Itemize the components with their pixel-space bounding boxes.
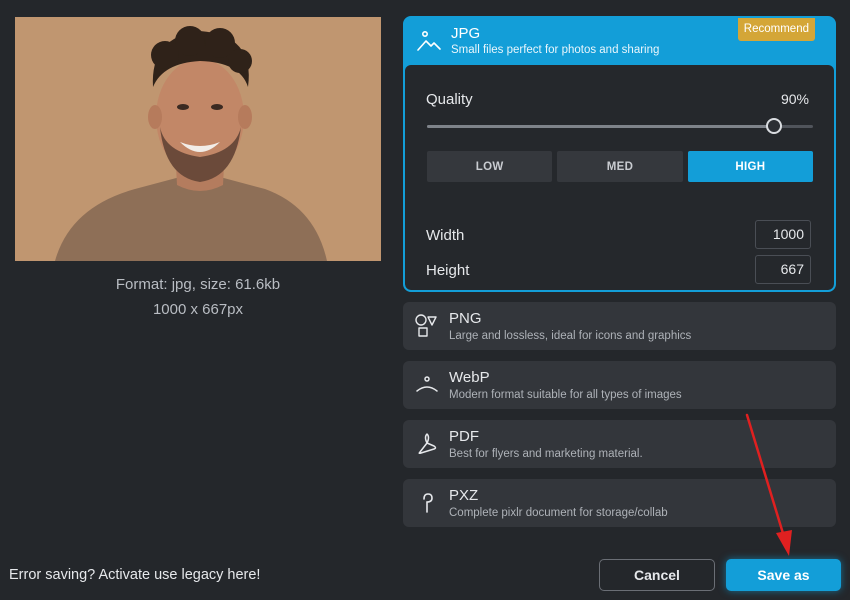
save-as-button[interactable]: Save as (726, 559, 841, 591)
quality-value: 90% (780, 91, 809, 107)
format-description: Large and lossless, ideal for icons and … (449, 330, 692, 342)
format-description: Modern format suitable for all types of … (449, 389, 682, 401)
format-card-pdf[interactable]: PDF Best for flyers and marketing materi… (403, 420, 836, 468)
format-title: JPG (451, 25, 481, 42)
quality-slider[interactable] (427, 118, 813, 134)
quality-presets: LOW MED HIGH (427, 151, 813, 182)
image-icon (416, 28, 442, 54)
shapes-icon (414, 313, 440, 339)
cancel-button[interactable]: Cancel (599, 559, 715, 591)
webp-icon (414, 372, 440, 398)
legacy-link[interactable]: Error saving? Activate use legacy here! (9, 567, 260, 583)
portrait-photo (15, 17, 381, 261)
format-description: Complete pixlr document for storage/coll… (449, 507, 668, 519)
format-card-jpg[interactable]: JPG Small files perfect for photos and s… (403, 16, 836, 292)
format-description: Best for flyers and marketing material. (449, 448, 643, 460)
pxz-icon (414, 490, 440, 516)
format-card-pxz[interactable]: PXZ Complete pixlr document for storage/… (403, 479, 836, 527)
format-title: PNG (449, 310, 482, 327)
height-label: Height (426, 262, 470, 279)
jpg-options: Quality 90% LOW MED HIGH Width 1000 Heig… (405, 65, 834, 290)
image-preview (15, 17, 381, 261)
recommend-badge: Recommend (737, 18, 815, 41)
height-input[interactable]: 667 (755, 255, 811, 284)
format-description: Small files perfect for photos and shari… (451, 44, 660, 56)
jpg-header[interactable]: JPG Small files perfect for photos and s… (405, 18, 834, 65)
file-info: Format: jpg, size: 61.6kb 1000 x 667px (15, 272, 381, 322)
quality-label: Quality (426, 91, 473, 108)
format-title: PXZ (449, 487, 479, 504)
format-card-png[interactable]: PNG Large and lossless, ideal for icons … (403, 302, 836, 350)
format-title: PDF (449, 428, 479, 445)
file-dimensions: 1000 x 667px (152, 301, 244, 318)
preset-low-button[interactable]: LOW (427, 151, 553, 182)
width-label: Width (426, 227, 465, 244)
preset-med-button[interactable]: MED (557, 151, 683, 182)
pdf-icon (414, 431, 440, 457)
width-input[interactable]: 1000 (755, 220, 811, 249)
preset-high-button[interactable]: HIGH (687, 151, 813, 182)
quality-slider-fill (427, 125, 775, 128)
format-card-webp[interactable]: WebP Modern format suitable for all type… (403, 361, 836, 409)
file-format-size: Format: jpg, size: 61.6kb (115, 276, 281, 293)
quality-slider-thumb[interactable] (766, 118, 783, 134)
format-title: WebP (449, 369, 490, 386)
